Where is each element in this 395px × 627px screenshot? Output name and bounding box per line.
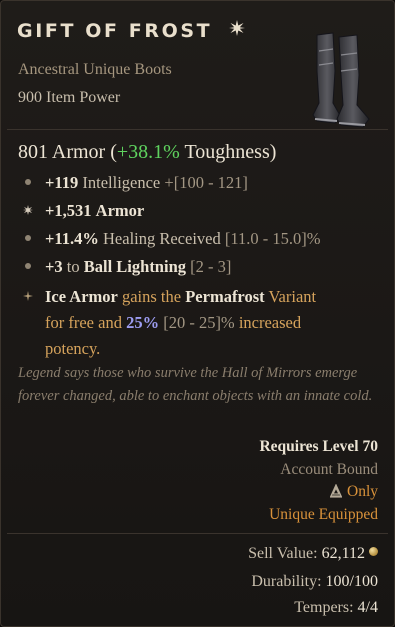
item-name: GIFT OF FROST bbox=[17, 19, 246, 42]
affix-value: +11.4% bbox=[45, 229, 99, 248]
sell-amount: 62,112 bbox=[321, 545, 365, 562]
unique-star-icon bbox=[229, 19, 246, 41]
aspect-text: increased bbox=[238, 313, 302, 332]
affix-healing: +11.4% Healing Received [11.0 - 15.0]% bbox=[45, 226, 321, 251]
implicit-star-icon bbox=[23, 205, 33, 215]
boots-icon bbox=[311, 31, 373, 135]
aspect-text: for free and bbox=[45, 313, 122, 332]
armor-open-paren: ( bbox=[110, 141, 117, 163]
account-bound: Account Bound bbox=[280, 461, 378, 478]
affix-intelligence: +119 Intelligence +[100 - 121] bbox=[45, 170, 248, 195]
affix-range: [11.0 - 15.0]% bbox=[224, 229, 321, 248]
sorcerer-class-icon bbox=[329, 483, 347, 500]
aspect-variant: Permafrost bbox=[185, 287, 265, 306]
tempers-label: Tempers: bbox=[294, 599, 354, 616]
unique-equipped: Unique Equipped bbox=[269, 506, 378, 523]
flavor-text: Legend says those who survive the Hall o… bbox=[18, 365, 373, 404]
affix-value: +119 bbox=[45, 173, 79, 192]
affix-value: +3 bbox=[45, 257, 63, 276]
aspect-text: gains the bbox=[121, 287, 182, 306]
sell-label: Sell Value: bbox=[248, 545, 318, 562]
item-tooltip: GIFT OF FROST Ancestral Unique Boots 900… bbox=[0, 0, 395, 627]
durability-label: Durability: bbox=[251, 573, 322, 590]
affix-text: Healing Received bbox=[103, 229, 221, 248]
durability-value: 100/100 bbox=[325, 573, 378, 590]
armor-line: 801 Armor (+38.1% Toughness) bbox=[18, 141, 276, 164]
affix-dot-icon bbox=[23, 177, 33, 187]
affix-text: to bbox=[66, 257, 80, 276]
item-type: Ancestral Unique Boots bbox=[18, 61, 172, 78]
affix-value: +1,531 bbox=[45, 201, 92, 220]
item-name-text: GIFT OF FROST bbox=[17, 20, 213, 42]
unique-power-icon bbox=[23, 291, 33, 301]
affix-text: Armor bbox=[95, 201, 145, 220]
affix-dot-icon bbox=[23, 261, 33, 271]
affix-skill: Ball Lightning bbox=[83, 257, 186, 276]
toughness-label: Toughness bbox=[184, 141, 270, 163]
affix-dot-icon bbox=[23, 233, 33, 243]
aspect-text: potency. bbox=[45, 339, 101, 358]
class-only-text: Only bbox=[347, 483, 378, 500]
affix-armor: +1,531 Armor bbox=[45, 198, 144, 223]
required-level: Requires Level 70 bbox=[259, 438, 378, 455]
unique-aspect: Ice Armor gains the Permafrost Variant f… bbox=[45, 284, 375, 362]
tempers: Tempers: 4/4 bbox=[294, 599, 378, 617]
tempers-value: 4/4 bbox=[357, 599, 378, 616]
item-power: 900 Item Power bbox=[18, 89, 121, 106]
class-restriction: Only bbox=[329, 483, 378, 501]
toughness-bonus: +38.1% bbox=[116, 141, 180, 163]
aspect-percent: 25% bbox=[126, 313, 160, 332]
affix-ball-lightning: +3 to Ball Lightning [2 - 3] bbox=[45, 254, 231, 279]
affix-range: [2 - 3] bbox=[190, 257, 232, 276]
aspect-range: [20 - 25]% bbox=[163, 313, 235, 332]
separator bbox=[7, 533, 388, 534]
aspect-skill: Ice Armor bbox=[45, 287, 118, 306]
armor-value: 801 Armor bbox=[18, 141, 106, 163]
armor-close-paren: ) bbox=[269, 141, 277, 163]
sell-value: Sell Value: 62,112 bbox=[248, 545, 378, 563]
affix-text: Intelligence bbox=[82, 173, 161, 192]
separator bbox=[7, 129, 388, 130]
aspect-text: Variant bbox=[268, 287, 317, 306]
durability: Durability: 100/100 bbox=[251, 573, 378, 591]
affix-range: +[100 - 121] bbox=[164, 173, 248, 192]
gold-icon bbox=[369, 547, 378, 556]
